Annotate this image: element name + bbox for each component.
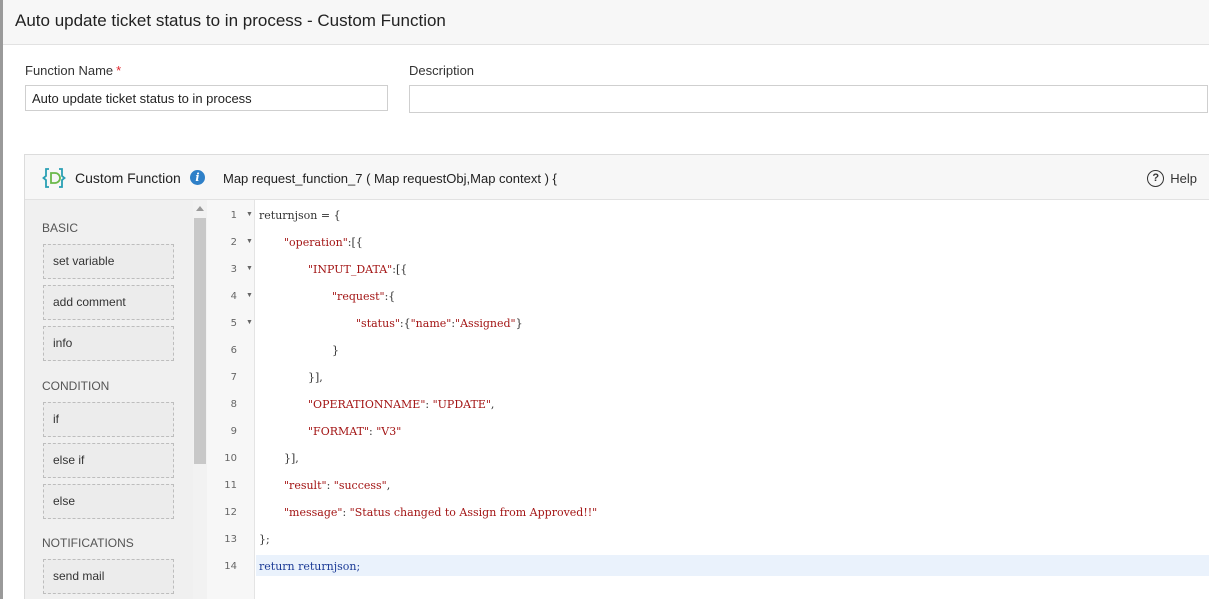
editor-title: Custom Function [75, 170, 181, 186]
palette-scrollbar[interactable] [193, 200, 207, 599]
code-line-14[interactable]: return returnjson; [259, 560, 360, 573]
line-number: 10 [224, 453, 237, 464]
snippet-else-if[interactable]: else if [43, 443, 174, 478]
fold-arrow-icon[interactable]: ▼ [246, 319, 253, 326]
code-line-5[interactable]: "status":{"name":"Assigned"} [356, 317, 523, 330]
section-title-basic: BASIC [42, 221, 79, 235]
custom-function-editor: Custom Function i Map request_function_7… [24, 154, 1209, 599]
line-number: 2 [230, 237, 237, 248]
scrollbar-thumb[interactable] [194, 218, 206, 464]
line-number: 9 [230, 426, 237, 437]
fold-arrow-icon[interactable]: ▼ [246, 292, 253, 299]
line-number: 7 [230, 372, 237, 383]
fold-arrow-icon[interactable]: ▼ [246, 238, 253, 245]
page-header: Auto update ticket status to in process … [3, 0, 1209, 45]
code-line-13[interactable]: }; [259, 533, 270, 546]
editor-header: Custom Function i Map request_function_7… [25, 155, 1209, 200]
snippet-if[interactable]: if [43, 402, 174, 437]
fold-arrow-icon[interactable]: ▼ [246, 265, 253, 272]
code-line-3[interactable]: "INPUT_DATA":[{ [308, 263, 407, 276]
snippet-info[interactable]: info [43, 326, 174, 361]
line-number: 6 [230, 345, 237, 356]
section-title-notifications: NOTIFICATIONS [42, 536, 134, 550]
code-line-1[interactable]: returnjson = { [259, 209, 341, 222]
line-number: 3 [230, 264, 237, 275]
required-mark: * [116, 63, 122, 78]
code-line-9[interactable]: "FORMAT": "V3" [308, 425, 401, 438]
window-left-edge [0, 0, 3, 599]
fold-arrow-icon[interactable]: ▼ [246, 211, 253, 218]
snippet-palette: BASIC set variable add comment info COND… [25, 200, 193, 599]
section-title-condition: CONDITION [42, 379, 110, 393]
line-number: 12 [224, 507, 237, 518]
help-icon: ? [1147, 170, 1165, 187]
code-line-11[interactable]: "result": "success", [284, 479, 390, 492]
help-label: Help [1170, 171, 1197, 186]
page-title: Auto update ticket status to in process … [15, 11, 446, 30]
snippet-else[interactable]: else [43, 484, 174, 519]
line-number: 13 [224, 534, 237, 545]
code-line-2[interactable]: "operation":[{ [284, 236, 363, 249]
function-name-label: Function Name * [25, 63, 122, 78]
code-line-7[interactable]: }], [308, 371, 323, 384]
line-number: 11 [224, 480, 237, 491]
code-editor[interactable]: returnjson = { "operation":[{ "INPUT_DAT… [256, 200, 1209, 599]
line-number: 1 [230, 210, 237, 221]
code-line-12[interactable]: "message": "Status changed to Assign fro… [284, 506, 597, 519]
info-icon[interactable]: i [190, 170, 205, 185]
snippet-add-comment[interactable]: add comment [43, 285, 174, 320]
custom-function-icon [42, 168, 66, 188]
code-line-10[interactable]: }], [284, 452, 299, 465]
snippet-send-mail[interactable]: send mail [43, 559, 174, 594]
code-line-8[interactable]: "OPERATIONNAME": "UPDATE", [308, 398, 494, 411]
line-number: 8 [230, 399, 237, 410]
function-name-input[interactable] [25, 85, 388, 111]
help-button[interactable]: ? Help [1147, 170, 1197, 187]
function-signature: Map request_function_7 ( Map requestObj,… [223, 171, 557, 186]
description-input[interactable] [409, 85, 1208, 113]
line-number: 14 [224, 561, 237, 572]
line-number: 4 [230, 291, 237, 302]
description-label: Description [409, 63, 475, 78]
snippet-set-variable[interactable]: set variable [43, 244, 174, 279]
scroll-up-arrow-icon[interactable] [196, 206, 204, 211]
active-line-highlight [256, 555, 1209, 576]
line-number: 5 [230, 318, 237, 329]
code-line-6[interactable]: } [332, 344, 339, 357]
line-number-gutter: 1 ▼ 2 ▼ 3 ▼ 4 ▼ 5 ▼ 6 7 8 9 10 11 12 13 … [207, 200, 255, 599]
code-line-4[interactable]: "request":{ [332, 290, 395, 303]
